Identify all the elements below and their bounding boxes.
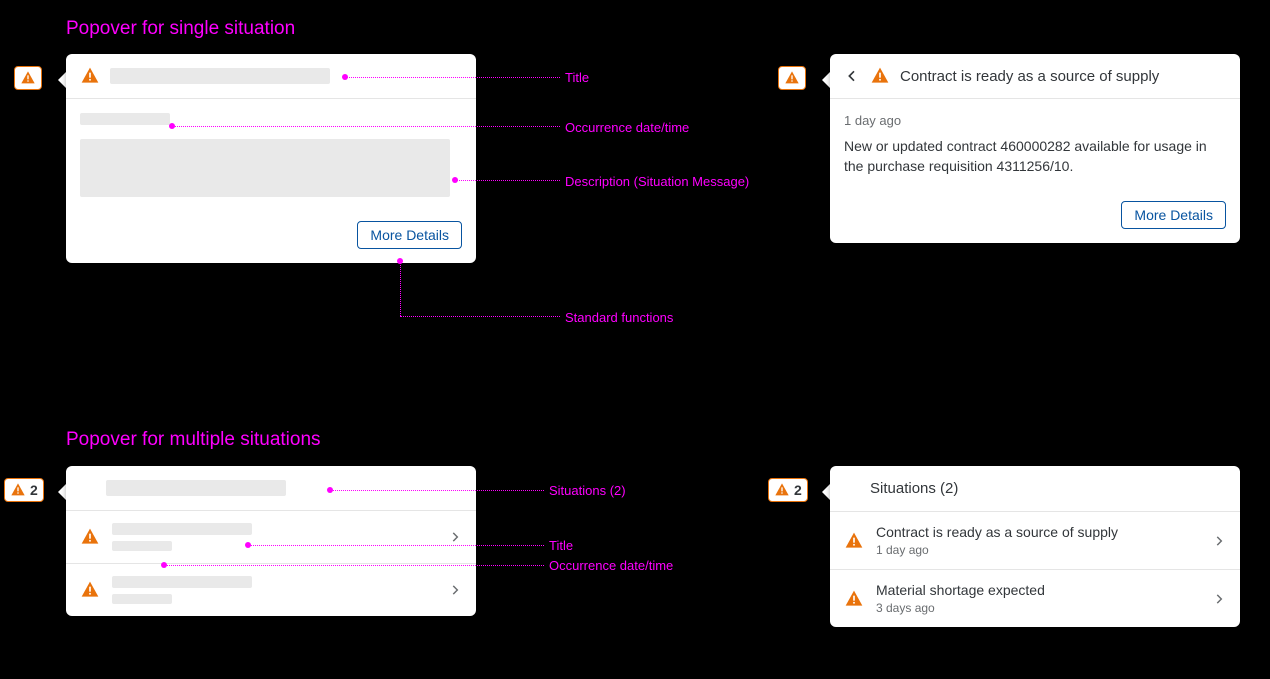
list-item[interactable]: [66, 564, 476, 616]
warning-icon: [80, 527, 100, 547]
situation-badge[interactable]: [14, 66, 42, 90]
warning-icon: [844, 531, 864, 551]
list-item[interactable]: [66, 511, 476, 564]
situation-description: New or updated contract 460000282 availa…: [844, 136, 1226, 177]
single-situation-popover: Contract is ready as a source of supply …: [830, 54, 1240, 243]
warning-icon: [80, 66, 100, 86]
annotation-occurrence: Occurrence date/time: [565, 120, 689, 135]
annotation-title: Title: [549, 538, 573, 553]
chevron-right-icon: [1212, 592, 1226, 606]
list-header: Situations (2): [830, 466, 1240, 512]
list-header-placeholder: [106, 480, 286, 496]
warning-icon: [870, 66, 890, 86]
annotation-description: Description (Situation Message): [565, 174, 749, 189]
annotation-title: Title: [565, 70, 589, 85]
section-title-multiple: Popover for multiple situations: [66, 429, 321, 451]
single-situation-popover-skeleton: More Details: [66, 54, 476, 263]
situation-badge-count[interactable]: 2: [4, 478, 44, 502]
time-placeholder: [80, 113, 170, 125]
section-title-single: Popover for single situation: [66, 18, 295, 40]
badge-count: 2: [794, 482, 802, 498]
more-details-button[interactable]: More Details: [357, 221, 462, 249]
item-time-placeholder: [112, 541, 172, 551]
chevron-right-icon: [1212, 534, 1226, 548]
multi-situation-popover: Situations (2) Contract is ready as a so…: [830, 466, 1240, 627]
list-item[interactable]: Contract is ready as a source of supply …: [830, 512, 1240, 570]
item-time: 3 days ago: [876, 601, 1200, 615]
item-title-placeholder: [112, 576, 252, 588]
list-item[interactable]: Material shortage expected 3 days ago: [830, 570, 1240, 627]
situation-badge-count[interactable]: 2: [768, 478, 808, 502]
warning-icon: [20, 70, 36, 86]
item-title: Contract is ready as a source of supply: [876, 524, 1200, 540]
multi-situation-popover-skeleton: [66, 466, 476, 616]
item-title: Material shortage expected: [876, 582, 1200, 598]
popover-title: Contract is ready as a source of supply: [900, 68, 1159, 85]
warning-icon: [80, 580, 100, 600]
chevron-right-icon: [448, 583, 462, 597]
title-placeholder: [110, 68, 330, 84]
chevron-right-icon: [448, 530, 462, 544]
description-placeholder: [80, 139, 450, 197]
item-title-placeholder: [112, 523, 252, 535]
more-details-button[interactable]: More Details: [1121, 201, 1226, 229]
warning-icon: [784, 70, 800, 86]
warning-icon: [774, 482, 790, 498]
annotation-standard-functions: Standard functions: [565, 310, 673, 325]
warning-icon: [844, 589, 864, 609]
annotation-occurrence: Occurrence date/time: [549, 558, 673, 573]
situation-badge[interactable]: [778, 66, 806, 90]
back-button-icon[interactable]: [844, 68, 860, 84]
annotation-situations-count: Situations (2): [549, 483, 626, 498]
warning-icon: [10, 482, 26, 498]
item-time: 1 day ago: [876, 543, 1200, 557]
item-time-placeholder: [112, 594, 172, 604]
badge-count: 2: [30, 482, 38, 498]
occurrence-time: 1 day ago: [844, 113, 1226, 128]
